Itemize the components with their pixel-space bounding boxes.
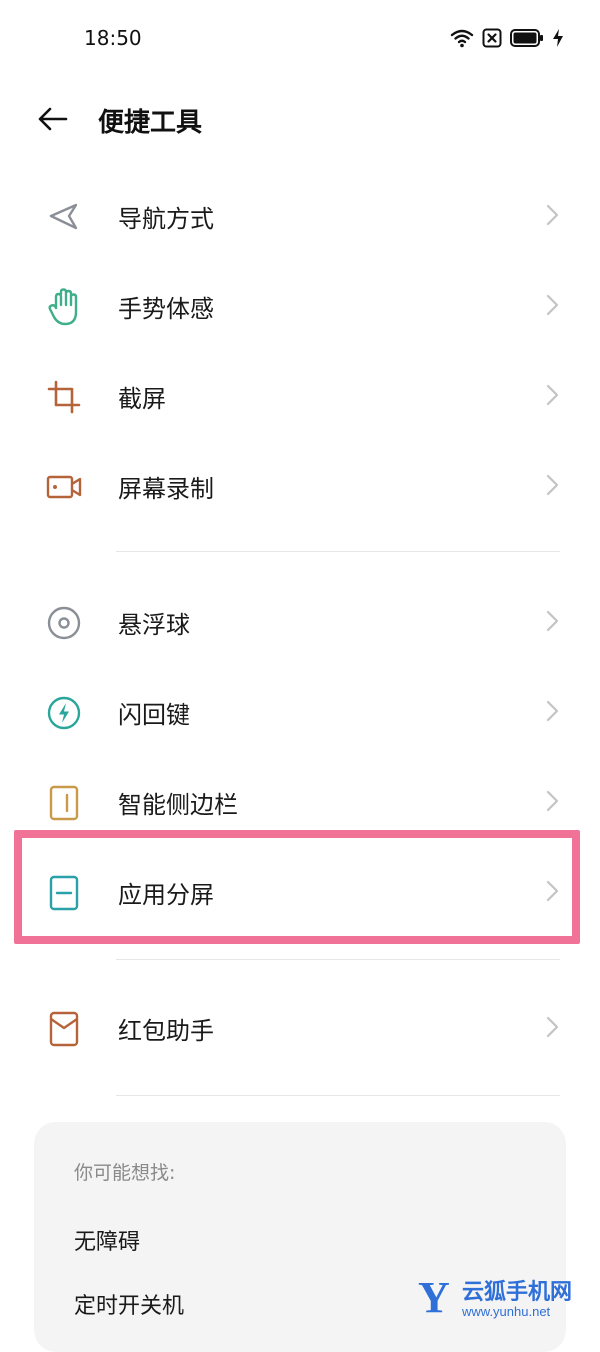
sim-x-icon (482, 28, 502, 48)
status-bar: 18:50 (0, 0, 600, 76)
list-item-smart-sidebar[interactable]: 智能侧边栏 (0, 756, 600, 846)
crop-icon (44, 377, 84, 417)
list-item-label: 红包助手 (118, 1017, 214, 1045)
chevron-right-icon (546, 384, 559, 406)
chevron-right-icon (546, 700, 559, 722)
list-item-label: 手势体感 (118, 295, 214, 323)
chevron-right-icon (546, 880, 559, 902)
navigation-icon (44, 197, 84, 237)
charging-icon (553, 29, 563, 47)
wifi-icon (450, 29, 474, 48)
suggest-link-accessibility[interactable]: 无障碍 (74, 1224, 140, 1256)
suggest-title: 你可能想找: (74, 1162, 176, 1184)
list-item-gesture[interactable]: 手势体感 (0, 260, 600, 350)
battery-icon (510, 29, 543, 47)
float-ball-icon (44, 603, 84, 643)
watermark-name: 云狐手机网 (462, 1280, 573, 1305)
list-item-label: 屏幕录制 (118, 475, 214, 503)
back-arrow-icon (38, 107, 68, 131)
watermark-logo: Y 云狐手机网 www.yunhu.net (418, 1268, 598, 1328)
divider (116, 1095, 560, 1096)
envelope-icon (44, 1009, 84, 1049)
list-item-label: 截屏 (118, 385, 166, 413)
list-item-label: 闪回键 (118, 701, 190, 729)
chevron-right-icon (546, 204, 559, 226)
list-item-float-ball[interactable]: 悬浮球 (0, 576, 600, 666)
divider (116, 959, 560, 960)
header: 便捷工具 (0, 88, 600, 150)
back-button[interactable] (30, 96, 76, 142)
watermark-url: www.yunhu.net (462, 1304, 551, 1319)
video-camera-icon (44, 467, 84, 507)
list-item-label: 应用分屏 (118, 881, 214, 909)
list-item-screenshot[interactable]: 截屏 (0, 350, 600, 440)
list-item-label: 导航方式 (118, 205, 214, 233)
lightning-icon (44, 693, 84, 733)
list-item-label: 悬浮球 (118, 611, 190, 639)
chevron-right-icon (546, 610, 559, 632)
status-icons (450, 24, 564, 52)
suggest-link-scheduled-power[interactable]: 定时开关机 (74, 1288, 184, 1320)
status-time: 18:50 (84, 26, 142, 50)
list-item-label: 智能侧边栏 (118, 791, 238, 819)
list-item-flash-key[interactable]: 闪回键 (0, 666, 600, 756)
split-screen-icon (44, 873, 84, 913)
chevron-right-icon (546, 474, 559, 496)
sidebar-icon (44, 783, 84, 823)
list-item-red-packet[interactable]: 红包助手 (0, 982, 600, 1072)
list-item-navigation[interactable]: 导航方式 (0, 170, 600, 260)
chevron-right-icon (546, 294, 559, 316)
list-item-screen-record[interactable]: 屏幕录制 (0, 440, 600, 530)
page-title: 便捷工具 (98, 108, 203, 138)
hand-icon (44, 287, 84, 327)
watermark-y-mark: Y (418, 1273, 450, 1322)
chevron-right-icon (546, 1016, 559, 1038)
divider (116, 551, 560, 552)
chevron-right-icon (546, 790, 559, 812)
list-item-split-screen[interactable]: 应用分屏 (0, 846, 600, 936)
